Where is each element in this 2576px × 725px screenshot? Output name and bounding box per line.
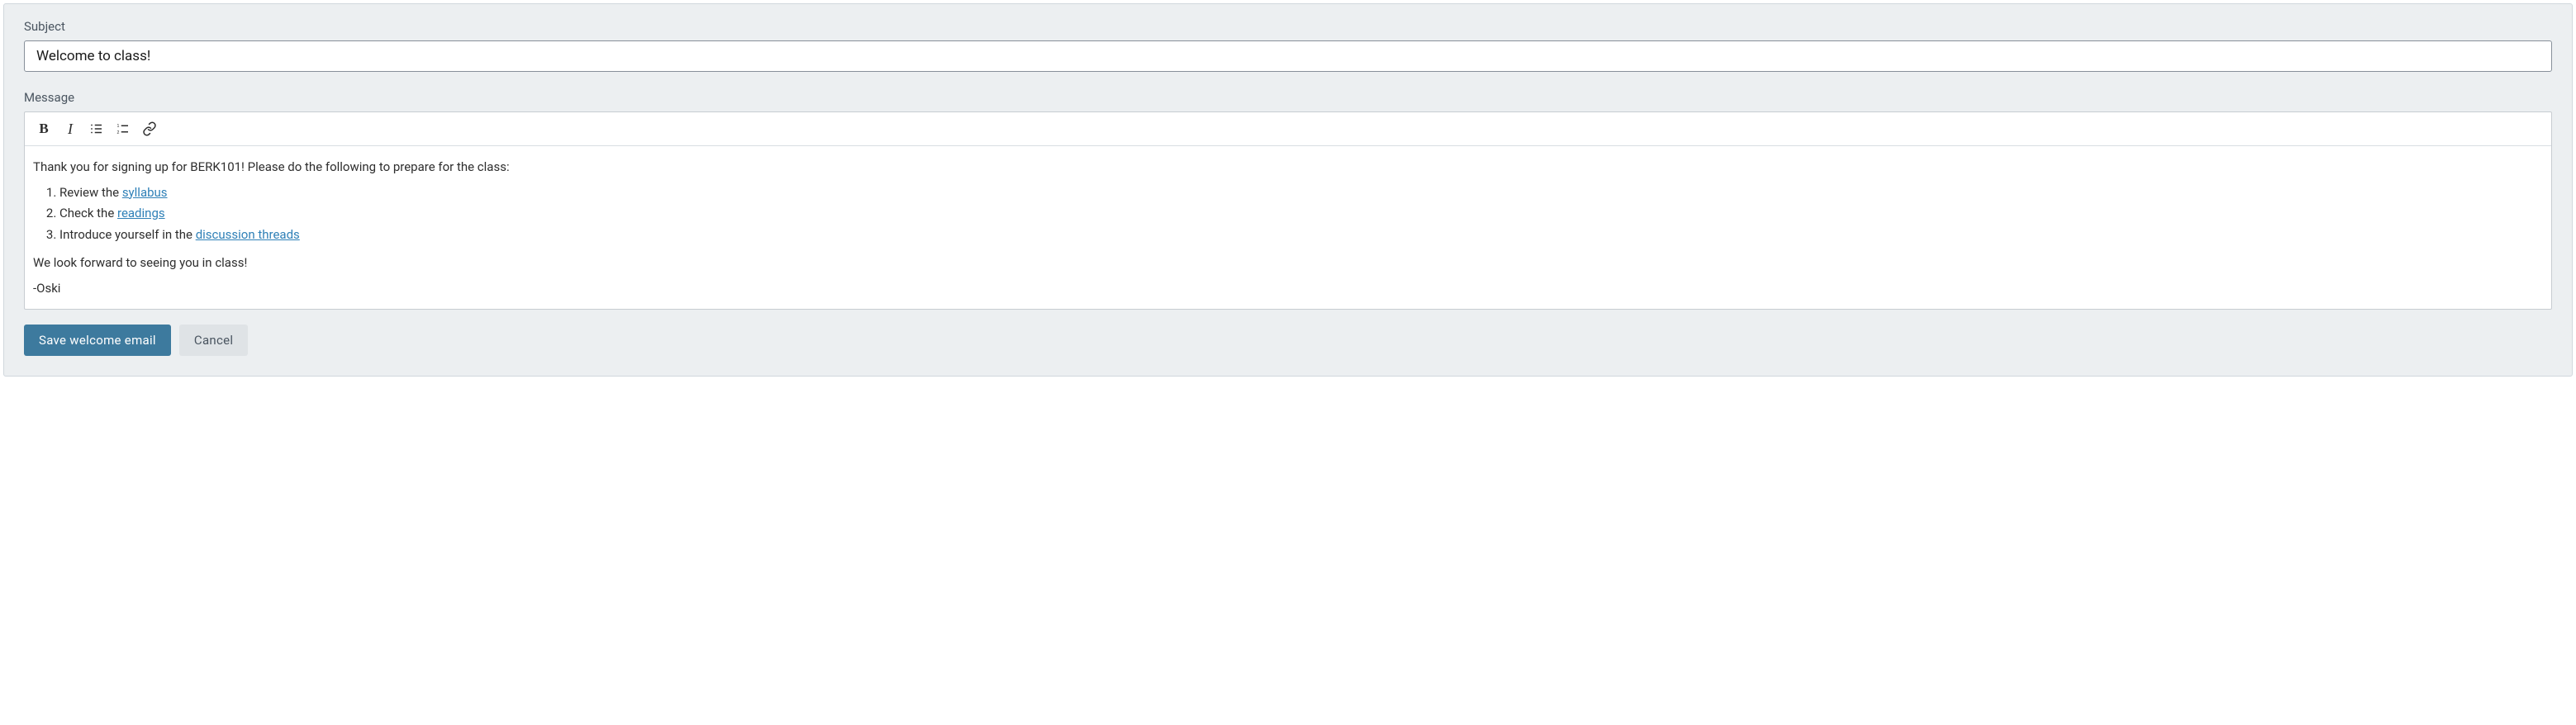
message-editor: B I 1 2 [24,111,2552,310]
bullet-list-icon [89,121,104,136]
message-content[interactable]: Thank you for signing up for BERK101! Pl… [25,146,2551,309]
subject-input[interactable] [24,40,2552,72]
svg-text:1: 1 [117,124,120,129]
cancel-button[interactable]: Cancel [179,325,248,356]
svg-text:2: 2 [117,130,120,135]
welcome-email-panel: Subject Message B I [3,3,2573,377]
bold-button[interactable]: B [31,117,56,140]
message-signature: -Oski [33,279,2543,298]
link-icon [142,121,157,136]
syllabus-link[interactable]: syllabus [122,185,168,200]
bullet-list-button[interactable] [84,117,109,140]
editor-toolbar: B I 1 2 [25,112,2551,146]
message-closing: We look forward to seeing you in class! [33,254,2543,272]
italic-button[interactable]: I [58,117,83,140]
save-button[interactable]: Save welcome email [24,325,171,356]
list-item: Check the readings [59,204,2543,223]
link-button[interactable] [137,117,162,140]
bold-icon: B [39,121,48,137]
list-item: Review the syllabus [59,183,2543,202]
numbered-list-button[interactable]: 1 2 [111,117,135,140]
subject-label: Subject [24,19,2552,34]
message-label: Message [24,90,2552,105]
discussion-threads-link[interactable]: discussion threads [196,227,300,242]
numbered-list-icon: 1 2 [116,121,131,136]
list-item: Introduce yourself in the discussion thr… [59,225,2543,244]
button-row: Save welcome email Cancel [24,325,2552,356]
readings-link[interactable]: readings [117,206,165,220]
message-intro: Thank you for signing up for BERK101! Pl… [33,158,2543,177]
message-steps-list: Review the syllabus Check the readings I… [33,183,2543,244]
italic-icon: I [68,121,73,138]
